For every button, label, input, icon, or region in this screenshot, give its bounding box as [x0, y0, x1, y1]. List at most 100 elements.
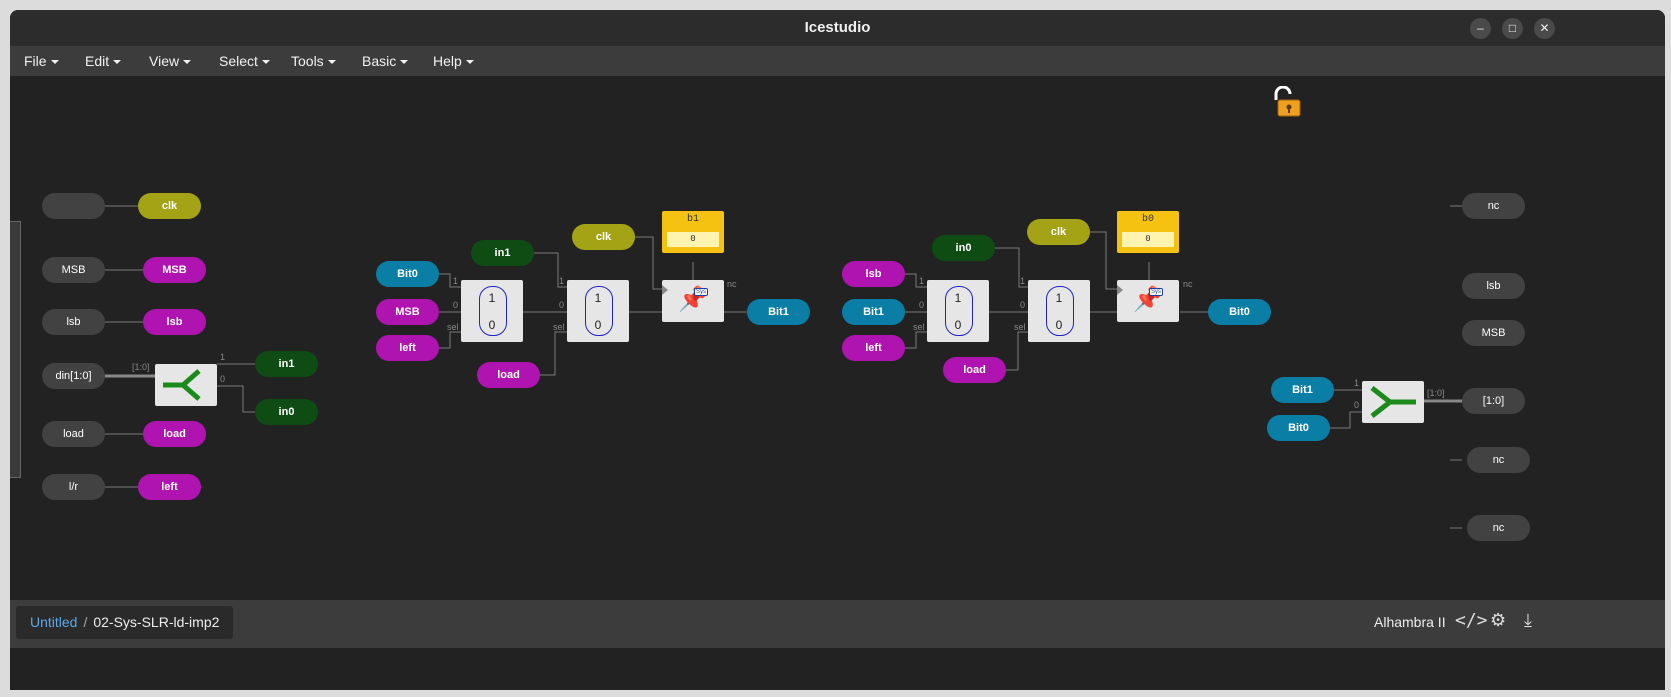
input-port-clk[interactable] [42, 193, 105, 219]
mux-input-0: 0 [1055, 318, 1063, 332]
output-port-nc[interactable]: nc [1467, 447, 1530, 473]
menu-file[interactable]: File [24, 53, 59, 69]
label-bit0[interactable]: Bit0 [1208, 299, 1271, 325]
status-bar: Untitled/02-Sys-SLR-ld-imp2 Alhambra II … [10, 600, 1665, 648]
label-left[interactable]: left [842, 335, 905, 361]
mux-pin-label: sel [1014, 322, 1026, 332]
breadcrumb-root[interactable]: Untitled [30, 614, 77, 630]
label-in0[interactable]: in0 [932, 235, 995, 261]
mux-input-0: 0 [954, 318, 962, 332]
nc-label: nc [1183, 279, 1193, 289]
output-port-nc[interactable]: nc [1462, 193, 1525, 219]
constant-value[interactable]: 0 [1122, 232, 1174, 247]
multiplexer[interactable]: 1 0 [1028, 280, 1090, 342]
breadcrumb-separator: / [83, 614, 88, 630]
input-port-msb[interactable]: MSB [42, 257, 105, 283]
label-in1[interactable]: in1 [255, 351, 318, 377]
board-selector[interactable]: Alhambra II [1374, 614, 1446, 630]
maximize-button[interactable]: □ [1502, 18, 1523, 39]
menu-basic[interactable]: Basic [362, 53, 409, 69]
label-bit1[interactable]: Bit1 [842, 299, 905, 325]
menu-view[interactable]: View [149, 53, 192, 69]
label-bit1[interactable]: Bit1 [1271, 377, 1334, 403]
mux-pin-label: 1 [919, 276, 925, 286]
menu-tools[interactable]: Tools [291, 53, 336, 69]
multiplexer[interactable]: 1 0 [461, 280, 523, 342]
mux-pin-label: sel [913, 322, 925, 332]
mux-pin-label: 0 [1020, 300, 1026, 310]
input-port-lr[interactable]: l/r [42, 474, 105, 500]
bit-label: 1 [220, 352, 226, 362]
mux-input-1: 1 [488, 291, 496, 305]
input-port-lsb[interactable]: lsb [42, 309, 105, 335]
download-icon[interactable]: ⤓ [1524, 610, 1532, 631]
output-port-nc[interactable]: nc [1467, 515, 1530, 541]
label-clk[interactable]: clk [138, 193, 201, 219]
input-port-din[interactable]: din[1:0] [42, 363, 105, 389]
label-lsb[interactable]: lsb [842, 261, 905, 287]
label-load[interactable]: load [143, 421, 206, 447]
mux-pin-label: sel [553, 322, 565, 332]
output-port-bus[interactable]: [1:0] [1462, 388, 1525, 414]
bus-width-label: [1:0] [132, 362, 150, 372]
label-lsb[interactable]: lsb [143, 309, 206, 335]
mux-pin-label: 0 [453, 300, 459, 310]
constant-value[interactable]: 0 [667, 232, 719, 247]
label-load[interactable]: load [943, 357, 1006, 383]
bit-label: 0 [220, 374, 226, 384]
breadcrumb: Untitled / 02-Sys-SLR-ld-imp2 [16, 606, 234, 639]
system-register[interactable]: 📌 Sys [1117, 280, 1179, 322]
mux-pin-label: 0 [919, 300, 925, 310]
input-port-load[interactable]: load [42, 421, 105, 447]
side-panel-handle[interactable] [10, 221, 21, 478]
label-bit1[interactable]: Bit1 [747, 299, 810, 325]
close-button[interactable]: ✕ [1534, 18, 1555, 39]
system-register[interactable]: 📌 Sys [662, 280, 724, 322]
sys-badge-icon: Sys [1149, 288, 1164, 296]
label-bit0[interactable]: Bit0 [1267, 415, 1330, 441]
circuit-canvas[interactable]: clk MSB MSB lsb lsb din[1:0] load load l… [10, 76, 1665, 649]
label-load[interactable]: load [477, 362, 540, 388]
mux-input-1: 1 [954, 291, 962, 305]
constant-name: b0 [1141, 214, 1154, 225]
constant-block[interactable]: b1 0 [662, 211, 724, 253]
code-icon[interactable]: </> [1455, 610, 1488, 631]
menu-bar: File Edit View Select Tools Basic Help [10, 46, 1665, 76]
minimize-button[interactable]: – [1470, 18, 1491, 39]
bus-joiner[interactable] [1362, 381, 1424, 423]
label-clk[interactable]: clk [572, 224, 635, 250]
menu-help[interactable]: Help [433, 53, 474, 69]
label-clk[interactable]: clk [1027, 219, 1090, 245]
label-msb[interactable]: MSB [376, 299, 439, 325]
mux-input-0: 0 [594, 318, 602, 332]
bus-width-label: [1:0] [1427, 388, 1445, 398]
pushpin-icon: 📌 [678, 286, 708, 313]
menu-edit[interactable]: Edit [85, 53, 122, 69]
mux-input-0: 0 [488, 318, 496, 332]
label-left[interactable]: left [376, 335, 439, 361]
multiplexer[interactable]: 1 0 [927, 280, 989, 342]
bus-splitter[interactable] [155, 364, 217, 406]
label-bit0[interactable]: Bit0 [376, 261, 439, 287]
output-port-lsb[interactable]: lsb [1462, 273, 1525, 299]
menu-select[interactable]: Select [219, 53, 270, 69]
label-in1[interactable]: in1 [471, 240, 534, 266]
breadcrumb-current: 02-Sys-SLR-ld-imp2 [93, 614, 220, 630]
label-in0[interactable]: in0 [255, 399, 318, 425]
mux-input-1: 1 [1055, 291, 1063, 305]
gear-icon[interactable]: ⚙ [1490, 610, 1506, 631]
unlock-icon[interactable] [1270, 86, 1302, 118]
mux-pin-label: 1 [559, 276, 565, 286]
mux-pin-label: 1 [1020, 276, 1026, 286]
joiner-icon [1370, 386, 1416, 418]
title-bar: Icestudio – □ ✕ [10, 10, 1665, 46]
label-left[interactable]: left [138, 474, 201, 500]
constant-block[interactable]: b0 0 [1117, 211, 1179, 253]
mux-pin-label: 0 [559, 300, 565, 310]
mux-pin-label: 1 [453, 276, 459, 286]
multiplexer[interactable]: 1 0 [567, 280, 629, 342]
window-title: Icestudio [804, 19, 871, 36]
output-port-msb[interactable]: MSB [1462, 320, 1525, 346]
label-msb[interactable]: MSB [143, 257, 206, 283]
pushpin-icon: 📌 [1133, 286, 1163, 313]
